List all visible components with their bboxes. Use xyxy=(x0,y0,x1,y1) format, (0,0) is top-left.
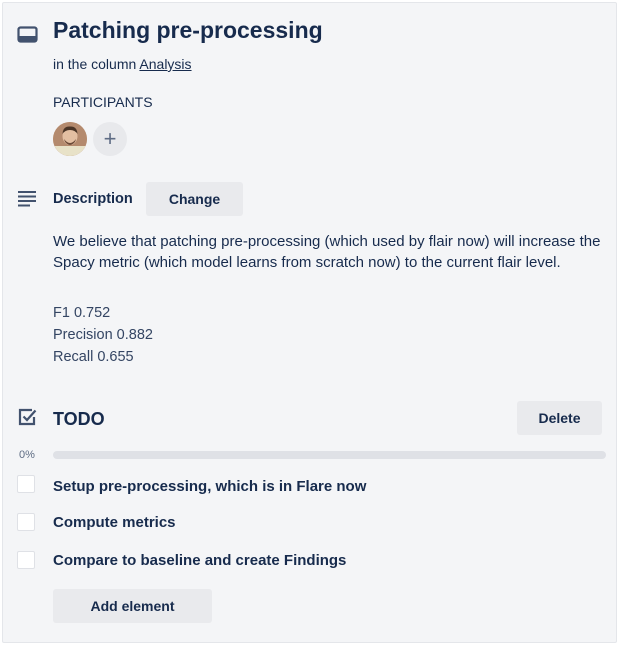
checklist-item-checkbox[interactable] xyxy=(17,551,35,569)
add-checklist-item-button[interactable]: Add element xyxy=(53,589,212,623)
column-link[interactable]: Analysis xyxy=(139,56,191,72)
checklist-item-checkbox[interactable] xyxy=(17,513,35,531)
description-text: We believe that patching pre-processing … xyxy=(53,233,601,271)
participants-label: PARTICIPANTS xyxy=(53,94,153,110)
avatar[interactable] xyxy=(53,122,87,156)
checklist-title: TODO xyxy=(53,409,105,429)
checklist-item-label[interactable]: Compute metrics xyxy=(53,514,176,531)
card-title: Patching pre-processing xyxy=(53,17,323,43)
checklist-item-label[interactable]: Compare to baseline and create Findings xyxy=(53,552,346,569)
column-prefix: in the column xyxy=(53,56,137,72)
column-info: in the column Analysis xyxy=(53,56,192,72)
progress-bar xyxy=(53,451,606,459)
checklist-icon xyxy=(17,407,39,432)
metric-precision: Precision 0.882 xyxy=(53,327,153,343)
description-icon xyxy=(17,189,39,212)
card-icon xyxy=(17,25,39,50)
card-detail-panel: Patching pre-processing in the column An… xyxy=(2,2,617,643)
change-description-button[interactable]: Change xyxy=(146,182,243,216)
checklist-item-checkbox[interactable] xyxy=(17,475,35,493)
add-participant-button[interactable]: + xyxy=(93,122,127,156)
progress-percent: 0% xyxy=(19,449,35,461)
description-label: Description xyxy=(53,191,133,207)
checklist-item-label[interactable]: Setup pre-processing, which is in Flare … xyxy=(53,478,366,495)
delete-checklist-button[interactable]: Delete xyxy=(517,401,602,435)
metric-recall: Recall 0.655 xyxy=(53,349,134,365)
metric-f1: F1 0.752 xyxy=(53,305,111,321)
